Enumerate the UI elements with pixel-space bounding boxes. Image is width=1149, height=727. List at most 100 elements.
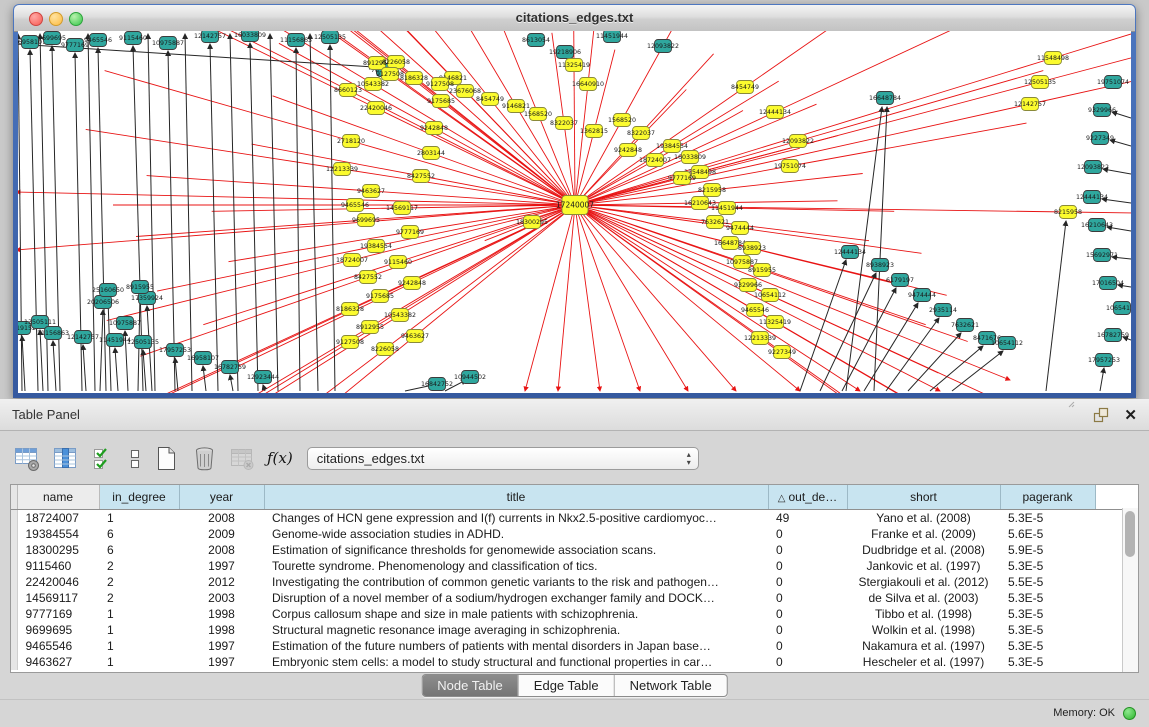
cell-year[interactable]: 2003 — [179, 590, 264, 606]
cell-pagerank[interactable]: 5.3E-5 — [1000, 510, 1095, 527]
column-header-short[interactable]: short — [847, 485, 1000, 510]
cell-name[interactable]: 9777169 — [17, 606, 99, 622]
cell-in_degree[interactable]: 2 — [99, 590, 179, 606]
cell-year[interactable]: 1997 — [179, 558, 264, 574]
cell-title[interactable]: Estimation of significance thresholds fo… — [264, 542, 768, 558]
tab-edge-table[interactable]: Edge Table — [518, 675, 614, 696]
cell-short[interactable]: Hescheler et al. (1997) — [847, 654, 1000, 670]
cell-short[interactable]: de Silva et al. (2003) — [847, 590, 1000, 606]
cell-name[interactable]: 9463627 — [17, 654, 99, 670]
network-canvas[interactable]: 1695810796996959777169946554691154601097… — [18, 31, 1131, 393]
cell-pagerank[interactable]: 5.3E-5 — [1000, 622, 1095, 638]
cell-out_degree[interactable]: 0 — [768, 654, 847, 670]
cell-short[interactable]: Tibbo et al. (1998) — [847, 606, 1000, 622]
cell-title[interactable]: Corpus callosum shape and size in male p… — [264, 606, 768, 622]
cell-in_degree[interactable]: 6 — [99, 526, 179, 542]
cell-year[interactable]: 2008 — [179, 510, 264, 527]
cell-name[interactable]: 19384554 — [17, 526, 99, 542]
cell-short[interactable]: Jankovic et al. (1997) — [847, 558, 1000, 574]
cell-year[interactable]: 2008 — [179, 542, 264, 558]
memory-status-icon[interactable] — [1123, 707, 1136, 720]
cell-name[interactable]: 9699695 — [17, 622, 99, 638]
column-header-in_degree[interactable]: in_degree — [99, 485, 179, 510]
cell-short[interactable]: Wolkin et al. (1998) — [847, 622, 1000, 638]
cell-pagerank[interactable]: 5.3E-5 — [1000, 606, 1095, 622]
cell-short[interactable]: Yano et al. (2008) — [847, 510, 1000, 527]
table-source-select[interactable]: citations_edges.txt ▴▾ — [307, 447, 699, 470]
cell-pagerank[interactable]: 5.3E-5 — [1000, 654, 1095, 670]
cell-pagerank[interactable]: 5.3E-5 — [1000, 558, 1095, 574]
cell-name[interactable]: 18724007 — [17, 510, 99, 527]
cell-year[interactable]: 1997 — [179, 654, 264, 670]
cell-name[interactable]: 22420046 — [17, 574, 99, 590]
network-node-label: 9242848 — [614, 147, 642, 154]
cell-pagerank[interactable]: 5.5E-5 — [1000, 574, 1095, 590]
citation-network-graph[interactable]: 1695810796996959777169946554691154601097… — [18, 31, 1131, 393]
cell-pagerank[interactable]: 5.3E-5 — [1000, 590, 1095, 606]
cell-title[interactable]: Estimation of the future numbers of pati… — [264, 638, 768, 654]
new-column-icon[interactable] — [153, 445, 180, 472]
cell-title[interactable]: Genome-wide association studies in ADHD. — [264, 526, 768, 542]
cell-year[interactable]: 1998 — [179, 622, 264, 638]
delete-column-icon[interactable] — [191, 445, 218, 472]
tab-node-table[interactable]: Node Table — [422, 675, 518, 696]
column-header-year[interactable]: year — [179, 485, 264, 510]
network-node-label: 8660123 — [334, 87, 362, 94]
delete-table-icon[interactable] — [229, 445, 256, 472]
float-panel-icon[interactable] — [1093, 407, 1109, 423]
cell-name[interactable]: 9115460 — [17, 558, 99, 574]
cell-title[interactable]: Changes of HCN gene expression and I(f) … — [264, 510, 768, 527]
cell-year[interactable]: 1997 — [179, 638, 264, 654]
cell-short[interactable]: Nakamura et al. (1997) — [847, 638, 1000, 654]
cell-short[interactable]: Dudbridge et al. (2008) — [847, 542, 1000, 558]
cell-out_degree[interactable]: 0 — [768, 558, 847, 574]
cell-in_degree[interactable]: 6 — [99, 542, 179, 558]
show-columns-icon[interactable] — [52, 445, 79, 472]
tab-network-table[interactable]: Network Table — [614, 675, 727, 696]
cell-title[interactable]: Tourette syndrome. Phenomenology and cla… — [264, 558, 768, 574]
cell-title[interactable]: Structural magnetic resonance image aver… — [264, 622, 768, 638]
cell-year[interactable]: 2009 — [179, 526, 264, 542]
cell-out_degree[interactable]: 0 — [768, 526, 847, 542]
cell-out_degree[interactable]: 0 — [768, 542, 847, 558]
cell-short[interactable]: Franke et al. (2009) — [847, 526, 1000, 542]
select-columns-icon[interactable] — [90, 445, 117, 472]
cell-in_degree[interactable]: 1 — [99, 606, 179, 622]
window-titlebar[interactable]: citations_edges.txt — [14, 5, 1135, 32]
cell-pagerank[interactable]: 5.6E-5 — [1000, 526, 1095, 542]
cell-out_degree[interactable]: 0 — [768, 606, 847, 622]
table-vertical-scrollbar[interactable] — [1122, 508, 1138, 672]
cell-year[interactable]: 1998 — [179, 606, 264, 622]
column-header-title[interactable]: title — [264, 485, 768, 510]
close-panel-icon[interactable]: ✕ — [1124, 406, 1137, 424]
table-mode-icon[interactable] — [14, 445, 41, 472]
column-header-out_de[interactable]: △out_de… — [768, 485, 847, 510]
cell-name[interactable]: 14569117 — [17, 590, 99, 606]
cell-out_degree[interactable]: 49 — [768, 510, 847, 527]
function-builder-icon[interactable]: ƒ(x) — [267, 449, 293, 467]
cell-in_degree[interactable]: 2 — [99, 558, 179, 574]
cell-pagerank[interactable]: 5.9E-5 — [1000, 542, 1095, 558]
cell-short[interactable]: Stergiakouli et al. (2012) — [847, 574, 1000, 590]
cell-year[interactable]: 2012 — [179, 574, 264, 590]
scrollbar-thumb[interactable] — [1125, 511, 1135, 557]
cell-in_degree[interactable]: 1 — [99, 638, 179, 654]
cell-name[interactable]: 9465546 — [17, 638, 99, 654]
cell-title[interactable]: Disruption of a novel member of a sodium… — [264, 590, 768, 606]
cell-out_degree[interactable]: 0 — [768, 638, 847, 654]
column-header-name[interactable]: name — [17, 485, 99, 510]
row-options-icon[interactable] — [128, 445, 142, 472]
column-header-pagerank[interactable]: pagerank — [1000, 485, 1095, 510]
cell-title[interactable]: Embryonic stem cells: a model to study s… — [264, 654, 768, 670]
cell-out_degree[interactable]: 0 — [768, 622, 847, 638]
cell-in_degree[interactable]: 1 — [99, 510, 179, 527]
cell-out_degree[interactable]: 0 — [768, 574, 847, 590]
cell-title[interactable]: Investigating the contribution of common… — [264, 574, 768, 590]
cell-name[interactable]: 18300295 — [17, 542, 99, 558]
cell-in_degree[interactable]: 1 — [99, 654, 179, 670]
cell-out_degree[interactable]: 0 — [768, 590, 847, 606]
cell-in_degree[interactable]: 1 — [99, 622, 179, 638]
cell-pagerank[interactable]: 5.3E-5 — [1000, 638, 1095, 654]
cell-in_degree[interactable]: 2 — [99, 574, 179, 590]
network-node-label: 12142757 — [67, 334, 99, 341]
